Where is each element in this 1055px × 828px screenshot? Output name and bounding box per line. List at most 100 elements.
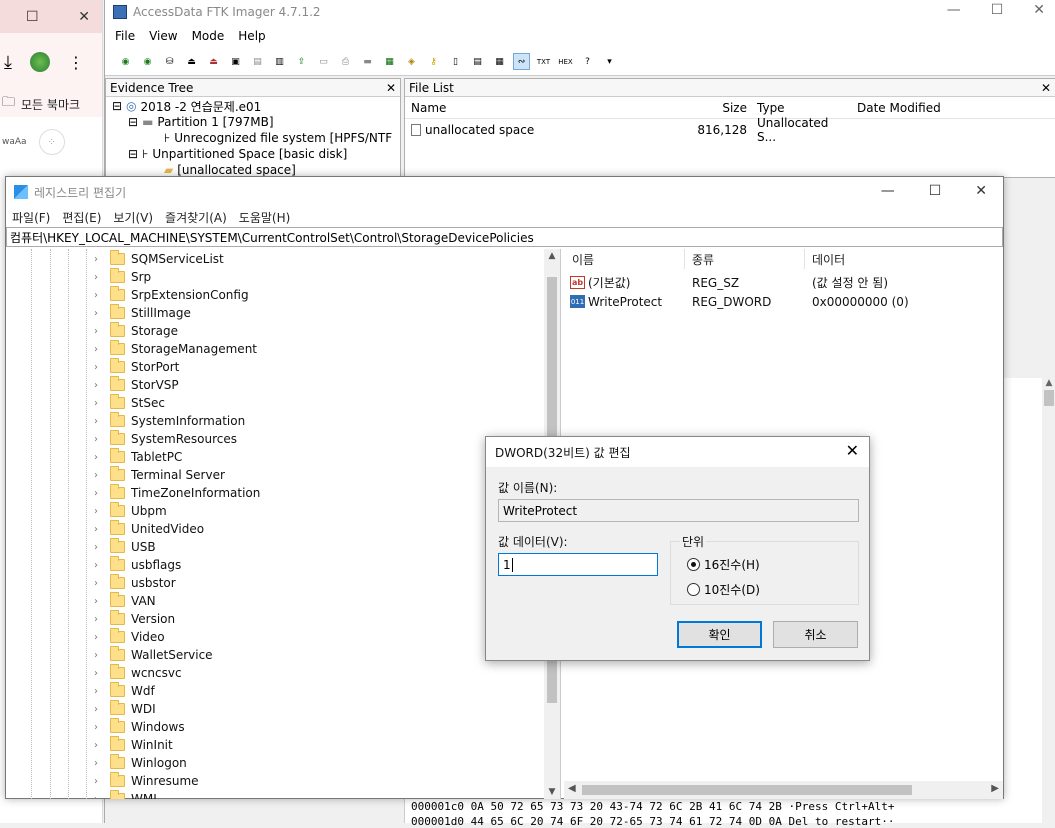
- text-view-icon[interactable]: TXT: [535, 53, 552, 70]
- registry-key-item[interactable]: › USB: [94, 538, 156, 556]
- radio-hex[interactable]: 16진수(H): [687, 556, 760, 573]
- expand-chevron-icon[interactable]: ›: [94, 308, 104, 319]
- expand-chevron-icon[interactable]: ›: [94, 758, 104, 769]
- add-all-evidence-icon[interactable]: ◉: [139, 53, 156, 70]
- registry-key-item[interactable]: › WMI: [94, 790, 157, 799]
- values-scroll-thumb[interactable]: [582, 785, 912, 795]
- registry-key-item[interactable]: › WalletService: [94, 646, 213, 664]
- minimize-icon[interactable]: —: [947, 2, 961, 18]
- scroll-up-icon[interactable]: ▲: [1042, 378, 1055, 388]
- tree-node-image[interactable]: ⊟ ◎ 2018 -2 연습문제.e01: [112, 98, 400, 114]
- expand-chevron-icon[interactable]: ›: [94, 686, 104, 697]
- drive-icon[interactable]: ▬: [359, 53, 376, 70]
- profile-avatar-icon[interactable]: [29, 52, 50, 72]
- file-text-icon[interactable]: ▤: [469, 53, 486, 70]
- close-icon[interactable]: ✕: [975, 183, 987, 199]
- collapse-icon[interactable]: ⊟: [128, 115, 138, 129]
- expand-chevron-icon[interactable]: ›: [94, 272, 104, 283]
- new-file-icon[interactable]: ▯: [447, 53, 464, 70]
- minimize-icon[interactable]: —: [881, 183, 895, 199]
- expand-chevron-icon[interactable]: ›: [94, 452, 104, 463]
- maximize-icon[interactable]: ☐: [26, 9, 39, 25]
- expand-chevron-icon[interactable]: ›: [94, 560, 104, 571]
- expand-chevron-icon[interactable]: ›: [94, 722, 104, 733]
- hex-scroll-thumb[interactable]: [1044, 390, 1054, 406]
- registry-key-item[interactable]: › StorVSP: [94, 376, 179, 394]
- value-data-input[interactable]: 1: [498, 553, 658, 576]
- registry-key-item[interactable]: › Storage: [94, 322, 178, 340]
- expand-chevron-icon[interactable]: ›: [94, 434, 104, 445]
- auto-view-icon[interactable]: ∾: [513, 53, 530, 70]
- column-type[interactable]: Type: [751, 101, 851, 115]
- tree-node-filesystem[interactable]: ⊦ Unrecognized file system [HPFS/NTF: [112, 130, 400, 146]
- registry-key-item[interactable]: › Srp: [94, 268, 151, 286]
- cancel-button[interactable]: 취소: [773, 621, 858, 648]
- close-icon[interactable]: ✕: [78, 9, 90, 25]
- registry-key-item[interactable]: › SrpExtensionConfig: [94, 286, 249, 304]
- value-row-default[interactable]: ab (기본값): [570, 273, 630, 292]
- expand-chevron-icon[interactable]: ›: [94, 470, 104, 481]
- scroll-left-icon[interactable]: ◀: [568, 783, 576, 794]
- menu-edit[interactable]: 편집(E): [62, 209, 101, 226]
- registry-key-item[interactable]: › Winlogon: [94, 754, 187, 772]
- expand-chevron-icon[interactable]: ›: [94, 704, 104, 715]
- hex-view-icon[interactable]: HEX: [557, 53, 574, 70]
- tree-node-unpartitioned[interactable]: ⊟ ⊦ Unpartitioned Space [basic disk]: [112, 146, 400, 162]
- registry-key-item[interactable]: › Video: [94, 628, 165, 646]
- export-files-icon[interactable]: ⇪: [293, 53, 310, 70]
- menu-mode[interactable]: Mode: [192, 29, 225, 43]
- remove-evidence-icon[interactable]: ⏏: [183, 53, 200, 70]
- expand-chevron-icon[interactable]: ›: [94, 362, 104, 373]
- menu-favorites[interactable]: 즐겨찾기(A): [165, 209, 227, 226]
- registry-key-item[interactable]: › TabletPC: [94, 448, 182, 466]
- expand-chevron-icon[interactable]: ›: [94, 398, 104, 409]
- registry-key-item[interactable]: › Winresume: [94, 772, 199, 790]
- expand-chevron-icon[interactable]: ›: [94, 380, 104, 391]
- maximize-icon[interactable]: ☐: [991, 2, 1004, 18]
- scroll-down-icon[interactable]: ▼: [544, 787, 560, 797]
- column-size[interactable]: Size: [655, 101, 751, 115]
- tree-node-partition[interactable]: ⊟ ▬ Partition 1 [797MB]: [112, 114, 400, 130]
- registry-key-item[interactable]: › UnitedVideo: [94, 520, 204, 538]
- dropdown-icon[interactable]: ▾: [601, 53, 618, 70]
- registry-key-item[interactable]: › WinInit: [94, 736, 173, 754]
- expand-chevron-icon[interactable]: ›: [94, 740, 104, 751]
- expand-chevron-icon[interactable]: ›: [94, 578, 104, 589]
- registry-key-item[interactable]: › Wdf: [94, 682, 155, 700]
- expand-chevron-icon[interactable]: ›: [94, 632, 104, 643]
- registry-key-item[interactable]: › wcncsvc: [94, 664, 182, 682]
- registry-key-item[interactable]: › StillImage: [94, 304, 191, 322]
- registry-key-item[interactable]: › Windows: [94, 718, 185, 736]
- all-bookmarks-link[interactable]: 모든 북마크: [21, 96, 80, 113]
- expand-chevron-icon[interactable]: ›: [94, 524, 104, 535]
- obtain-protected-files-icon[interactable]: ◈: [403, 53, 420, 70]
- close-icon[interactable]: ✕: [386, 81, 396, 95]
- registry-key-item[interactable]: › SystemResources: [94, 430, 237, 448]
- registry-key-item[interactable]: › Version: [94, 610, 175, 628]
- maximize-icon[interactable]: ☐: [929, 183, 942, 199]
- expand-chevron-icon[interactable]: ›: [94, 776, 104, 787]
- registry-key-item[interactable]: › WDI: [94, 700, 156, 718]
- registry-key-item[interactable]: › StorPort: [94, 358, 179, 376]
- menu-file[interactable]: File: [115, 29, 135, 43]
- file-properties-icon[interactable]: ▦: [491, 53, 508, 70]
- more-menu-icon[interactable]: ⋮: [68, 53, 84, 72]
- memory-icon[interactable]: ▦: [381, 53, 398, 70]
- export-image-icon[interactable]: ▤: [249, 53, 266, 70]
- expand-chevron-icon[interactable]: ›: [94, 596, 104, 607]
- collapse-icon[interactable]: ⊟: [128, 147, 138, 161]
- export-hash-icon[interactable]: ▭: [315, 53, 332, 70]
- address-bar[interactable]: 컴퓨터\HKEY_LOCAL_MACHINE\SYSTEM\CurrentCon…: [6, 227, 1003, 247]
- menu-view[interactable]: 보기(V): [113, 209, 153, 226]
- registry-key-item[interactable]: › StorageManagement: [94, 340, 257, 358]
- column-date-modified[interactable]: Date Modified: [851, 101, 1001, 115]
- registry-key-item[interactable]: › TimeZoneInformation: [94, 484, 260, 502]
- close-icon[interactable]: ✕: [1033, 2, 1045, 18]
- ok-button[interactable]: 확인: [677, 621, 762, 648]
- expand-chevron-icon[interactable]: ›: [94, 614, 104, 625]
- expand-chevron-icon[interactable]: ›: [94, 488, 104, 499]
- expand-chevron-icon[interactable]: ›: [94, 794, 104, 800]
- scroll-up-icon[interactable]: ▲: [544, 249, 560, 261]
- registry-key-item[interactable]: › VAN: [94, 592, 156, 610]
- hex-scrollbar[interactable]: ▲: [1042, 378, 1055, 823]
